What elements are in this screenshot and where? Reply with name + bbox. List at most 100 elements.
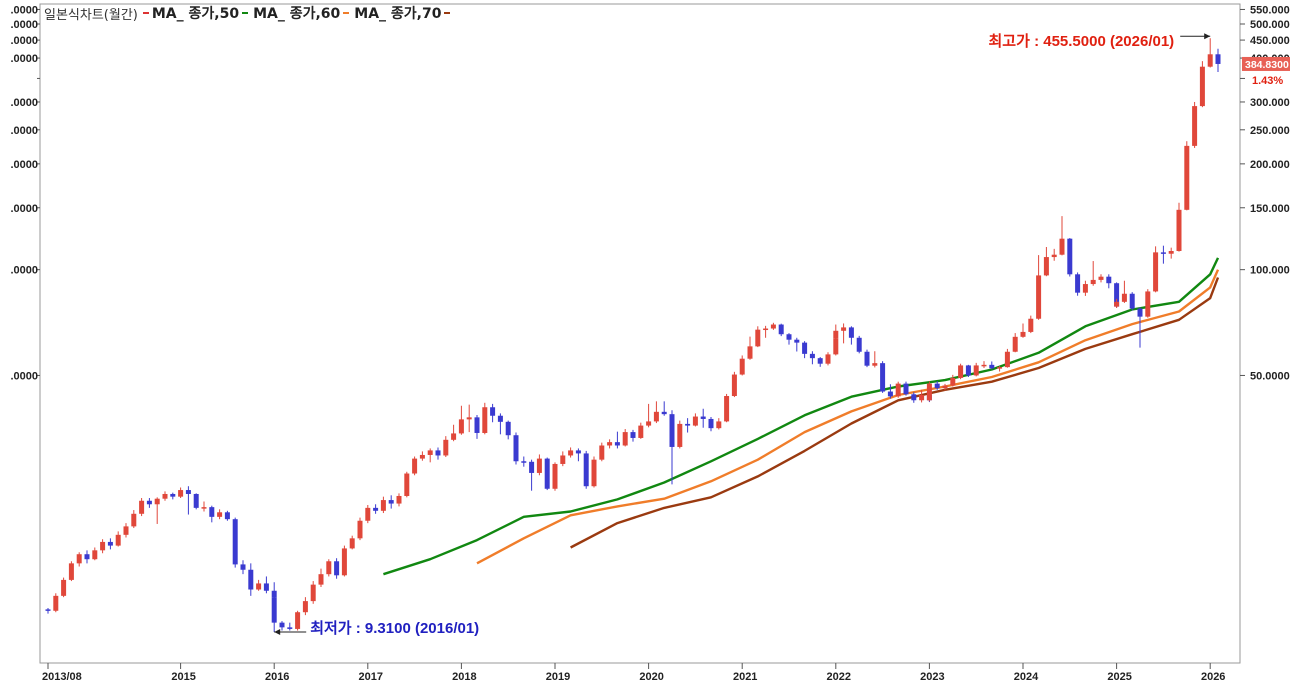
candle-body xyxy=(833,338,839,355)
candle xyxy=(505,420,511,440)
price-chart[interactable]: 550.000.0000500.000.0000450.000.0000400.… xyxy=(0,0,1292,686)
candles-layer xyxy=(45,38,1221,633)
candle-body xyxy=(334,561,340,576)
candle-body xyxy=(903,383,909,395)
candle-body xyxy=(926,383,932,401)
x-tick-label: 2026 xyxy=(1201,671,1225,683)
candle-body xyxy=(123,526,129,535)
candle-body xyxy=(357,520,363,539)
candle xyxy=(435,447,441,460)
candle-body xyxy=(677,423,683,447)
candle-body xyxy=(919,394,925,401)
candle-body xyxy=(482,407,488,433)
candle-body xyxy=(716,421,722,429)
y-tick-label-left: .0000 xyxy=(10,265,38,277)
candle-body xyxy=(1207,54,1213,67)
candle-body xyxy=(178,490,184,497)
high-price-label: 최고가 : 455.5000 (2026/01) xyxy=(989,32,1175,50)
y-tick-label-left: .0000 xyxy=(10,53,38,65)
candle-body xyxy=(778,324,784,335)
candle-body xyxy=(326,561,332,575)
candle-body xyxy=(614,442,620,446)
candle xyxy=(1192,101,1198,148)
candle-body xyxy=(568,450,574,456)
candle xyxy=(92,547,98,561)
ma-line-50 xyxy=(383,257,1220,576)
candle xyxy=(685,418,691,433)
candle-body xyxy=(92,550,98,560)
candle-body xyxy=(763,328,769,331)
candle xyxy=(763,325,769,338)
candle-body xyxy=(1043,257,1049,276)
candle-body xyxy=(700,416,706,419)
y-tick-label-left: .0000 xyxy=(10,35,38,47)
candle xyxy=(318,568,324,588)
candle xyxy=(1121,280,1127,303)
candle-body xyxy=(1184,145,1190,210)
candle-body xyxy=(607,442,613,446)
candle xyxy=(451,424,457,442)
y-tick-label-left: .0000 xyxy=(10,125,38,137)
candle xyxy=(302,597,308,616)
candle xyxy=(271,592,277,633)
candle xyxy=(856,335,862,354)
candle xyxy=(357,517,363,541)
candle xyxy=(653,401,659,424)
candle xyxy=(1036,255,1042,320)
chart-frame: 550.000.0000500.000.0000450.000.0000400.… xyxy=(0,0,1292,686)
candle xyxy=(404,471,410,498)
candle xyxy=(1028,315,1034,334)
legend-ma50-swatch-end xyxy=(242,12,249,14)
candle-body xyxy=(365,507,371,521)
candle-body xyxy=(1004,351,1010,368)
candle xyxy=(708,416,714,432)
candle xyxy=(716,418,722,430)
legend-ma50[interactable]: MA_ 종가,50 xyxy=(140,3,251,23)
candle xyxy=(139,498,145,517)
candle-body xyxy=(646,421,652,426)
candle xyxy=(1098,274,1104,283)
candle xyxy=(466,404,472,433)
candle xyxy=(123,523,129,538)
candle xyxy=(1137,307,1143,348)
y-tick-label-right: 450.000 xyxy=(1250,35,1290,47)
candle-body xyxy=(622,432,628,446)
y-tick-label-right: 50.0000 xyxy=(1250,370,1290,382)
legend-ma70-swatch xyxy=(444,12,451,14)
candle xyxy=(1051,248,1057,261)
candle-body xyxy=(638,425,644,438)
candle-body xyxy=(934,383,940,389)
candle-body xyxy=(1036,275,1042,319)
candle xyxy=(256,579,262,591)
candle-body xyxy=(256,583,262,590)
candle xyxy=(53,593,59,613)
candle-body xyxy=(427,450,433,455)
plot-border xyxy=(39,3,1241,664)
candle-body xyxy=(599,445,605,460)
candle xyxy=(755,326,761,348)
y-tick-label-left: .0000 xyxy=(10,97,38,109)
candle xyxy=(396,493,402,507)
y-tick-label-left: .0000 xyxy=(10,19,38,31)
candle xyxy=(895,381,901,398)
y-tick-label-right: 550.000 xyxy=(1250,4,1290,16)
candle xyxy=(334,558,340,579)
candle-body xyxy=(630,432,636,438)
candle-body xyxy=(848,327,854,338)
chart-legend: 일본식차트(월간) MA_ 종가,50 MA_ 종가,60 MA_ 종가,70 xyxy=(44,3,453,23)
candle-body xyxy=(466,417,472,420)
candle-body xyxy=(53,595,59,611)
candle xyxy=(825,352,831,366)
candle xyxy=(513,432,519,465)
candle-body xyxy=(841,327,847,331)
candle xyxy=(583,450,589,489)
x-tick-label: 2015 xyxy=(171,671,195,683)
candle-body xyxy=(521,461,527,463)
candle xyxy=(295,610,301,631)
candle-body xyxy=(653,411,659,422)
candle xyxy=(692,413,698,427)
candle xyxy=(154,497,160,524)
legend-ma70[interactable]: MA_ 종가,70 xyxy=(354,3,453,23)
candle xyxy=(677,420,683,449)
legend-ma60[interactable]: MA_ 종가,60 xyxy=(253,3,352,23)
